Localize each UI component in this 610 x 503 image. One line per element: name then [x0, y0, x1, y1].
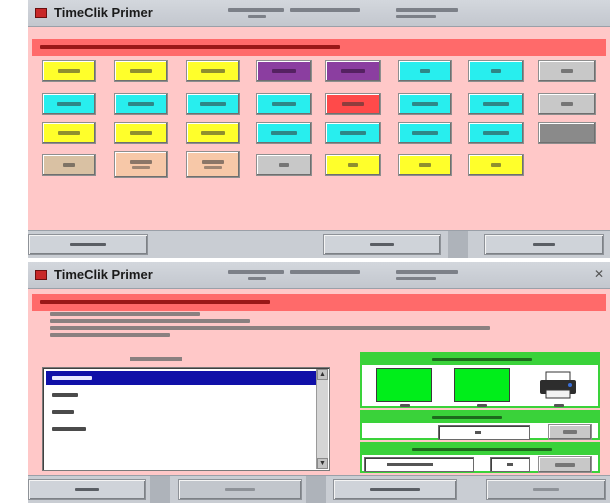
- bottom-bar-button-4[interactable]: [486, 479, 606, 500]
- title-info-3: [396, 269, 458, 283]
- bottom-banner: [32, 294, 606, 311]
- app-icon: [35, 270, 47, 280]
- grid-button-r1c2[interactable]: [114, 60, 168, 82]
- title-info-1: [228, 269, 284, 283]
- bottom-bar-button-1[interactable]: [28, 479, 146, 500]
- title-info-2: [290, 269, 360, 283]
- grid-button-r1c7[interactable]: [468, 60, 524, 82]
- grid-button-r1c8[interactable]: [538, 60, 596, 82]
- bottom-title-bar: TimeClik Primer ✕: [28, 262, 610, 289]
- grid-button-r3c8: [538, 122, 596, 144]
- grid-button-r2c1[interactable]: [42, 93, 96, 115]
- options-panel: [360, 442, 600, 473]
- grid-button-r1c5[interactable]: [325, 60, 381, 82]
- top-title-bar: TimeClik Primer: [28, 0, 610, 27]
- list-item[interactable]: [46, 371, 316, 385]
- grid-button-r4c6[interactable]: [398, 154, 452, 176]
- options-input-2[interactable]: [490, 457, 530, 472]
- top-bottom-button-1[interactable]: [28, 234, 148, 255]
- app-title: TimeClik Primer: [54, 5, 153, 20]
- grid-button-r4c3[interactable]: [186, 151, 240, 178]
- grid-button-r2c4[interactable]: [256, 93, 312, 115]
- grid-button-r2c5[interactable]: [325, 93, 381, 115]
- list-item[interactable]: [46, 388, 316, 402]
- value-button[interactable]: [548, 424, 592, 440]
- scroll-down-icon[interactable]: ▼: [317, 458, 328, 469]
- options-input-1[interactable]: [364, 457, 474, 472]
- grid-button-r2c8[interactable]: [538, 93, 596, 115]
- grid-button-r2c3[interactable]: [186, 93, 240, 115]
- grid-button-r3c3[interactable]: [186, 122, 240, 144]
- grid-button-r2c2[interactable]: [114, 93, 168, 115]
- scroll-up-icon[interactable]: ▲: [317, 369, 328, 380]
- grid-button-r4c4[interactable]: [256, 154, 312, 176]
- grid-button-r2c7[interactable]: [468, 93, 524, 115]
- close-icon[interactable]: ✕: [594, 267, 604, 281]
- grid-button-r3c7[interactable]: [468, 122, 524, 144]
- instructions-line-2: [50, 319, 250, 323]
- options-button[interactable]: [538, 456, 592, 473]
- printer-icon[interactable]: [538, 368, 578, 402]
- title-info-2: [290, 7, 360, 21]
- grid-button-r1c6[interactable]: [398, 60, 452, 82]
- instructions-line-3: [50, 326, 490, 330]
- grid-button-r2c6[interactable]: [398, 93, 452, 115]
- item-listbox[interactable]: ▲ ▼: [42, 367, 330, 471]
- list-scrollbar[interactable]: ▲ ▼: [316, 369, 328, 469]
- list-caption: [130, 357, 182, 361]
- top-bottom-button-2[interactable]: [323, 234, 441, 255]
- bottom-bar-button-3[interactable]: [333, 479, 457, 500]
- title-info-1: [228, 7, 284, 21]
- green-swatch-2[interactable]: [454, 368, 510, 402]
- top-bottom-button-3[interactable]: [484, 234, 604, 255]
- grid-button-r4c2[interactable]: [114, 151, 168, 178]
- title-info-3: [396, 7, 458, 21]
- bottom-bar-separator: [448, 231, 468, 258]
- top-banner: [32, 39, 606, 56]
- selection-panel: [360, 352, 600, 408]
- swatch-caption-2: [477, 404, 487, 407]
- app-title: TimeClik Primer: [54, 267, 153, 282]
- list-item[interactable]: [46, 405, 316, 419]
- value-input[interactable]: [438, 425, 530, 440]
- top-window: TimeClik Primer: [28, 0, 610, 258]
- grid-button-r3c1[interactable]: [42, 122, 96, 144]
- list-item[interactable]: [46, 422, 316, 436]
- value-panel: [360, 410, 600, 440]
- bottom-bottom-bar: [28, 475, 610, 503]
- instructions-line-1: [50, 312, 200, 316]
- grid-button-r4c1[interactable]: [42, 154, 96, 176]
- grid-button-r3c2[interactable]: [114, 122, 168, 144]
- top-bottom-bar: [28, 230, 610, 258]
- grid-button-r1c3[interactable]: [186, 60, 240, 82]
- bottom-bar-button-2[interactable]: [178, 479, 302, 500]
- swatch-caption-1: [400, 404, 410, 407]
- instructions-line-4: [50, 333, 170, 337]
- grid-button-r3c4[interactable]: [256, 122, 312, 144]
- swatch-caption-3: [554, 404, 564, 407]
- grid-button-r1c4[interactable]: [256, 60, 312, 82]
- grid-button-r3c5[interactable]: [325, 122, 381, 144]
- bottom-bar-separator: [306, 476, 326, 503]
- app-icon: [35, 8, 47, 18]
- green-swatch-1[interactable]: [376, 368, 432, 402]
- selection-panel-header: [362, 354, 598, 365]
- value-panel-header: [362, 412, 598, 423]
- bottom-bar-separator: [150, 476, 170, 503]
- grid-button-r4c7[interactable]: [468, 154, 524, 176]
- grid-button-r1c1[interactable]: [42, 60, 96, 82]
- grid-button-r3c6[interactable]: [398, 122, 452, 144]
- grid-button-r4c5[interactable]: [325, 154, 381, 176]
- options-panel-header: [362, 444, 598, 455]
